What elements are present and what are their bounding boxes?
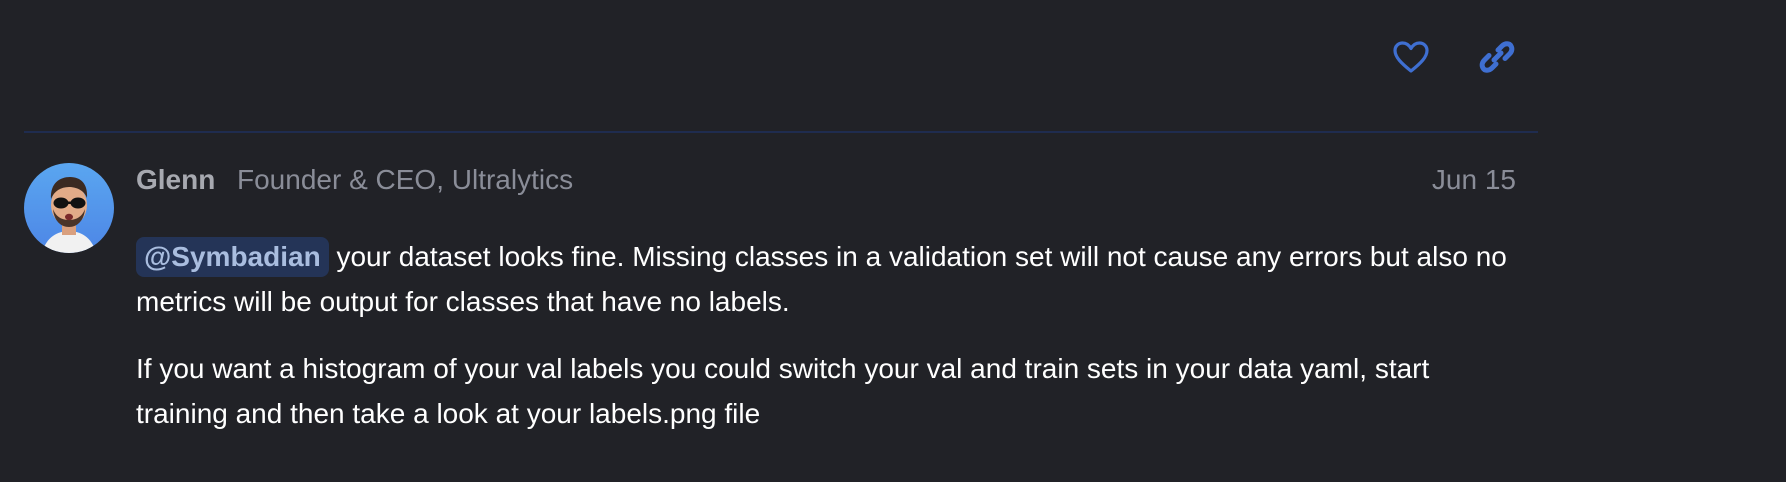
copy-link-button[interactable] <box>1472 32 1522 82</box>
avatar-image <box>24 163 114 253</box>
heart-icon <box>1393 41 1429 73</box>
post-paragraph-1: @Symbadian your dataset looks fine. Miss… <box>136 234 1516 324</box>
username[interactable]: Glenn <box>136 164 215 196</box>
avatar[interactable] <box>24 163 114 253</box>
like-button[interactable] <box>1386 32 1436 82</box>
post-paragraph-2: If you want a histogram of your val labe… <box>136 353 1430 429</box>
post-header: Glenn Founder & CEO, Ultralytics Jun 15 <box>136 160 1516 200</box>
user-mention[interactable]: @Symbadian <box>136 237 329 277</box>
post-actions <box>1380 32 1540 82</box>
link-icon <box>1479 41 1515 73</box>
user-title: Founder & CEO, Ultralytics <box>237 164 574 195</box>
post-paragraph-1-text: your dataset looks fine. Missing classes… <box>136 241 1507 317</box>
post-divider <box>24 131 1538 133</box>
post-date[interactable]: Jun 15 <box>1432 164 1516 196</box>
post-page: Glenn Founder & CEO, Ultralytics Jun 15 … <box>0 0 1786 482</box>
post-body: @Symbadian your dataset looks fine. Miss… <box>136 234 1516 436</box>
